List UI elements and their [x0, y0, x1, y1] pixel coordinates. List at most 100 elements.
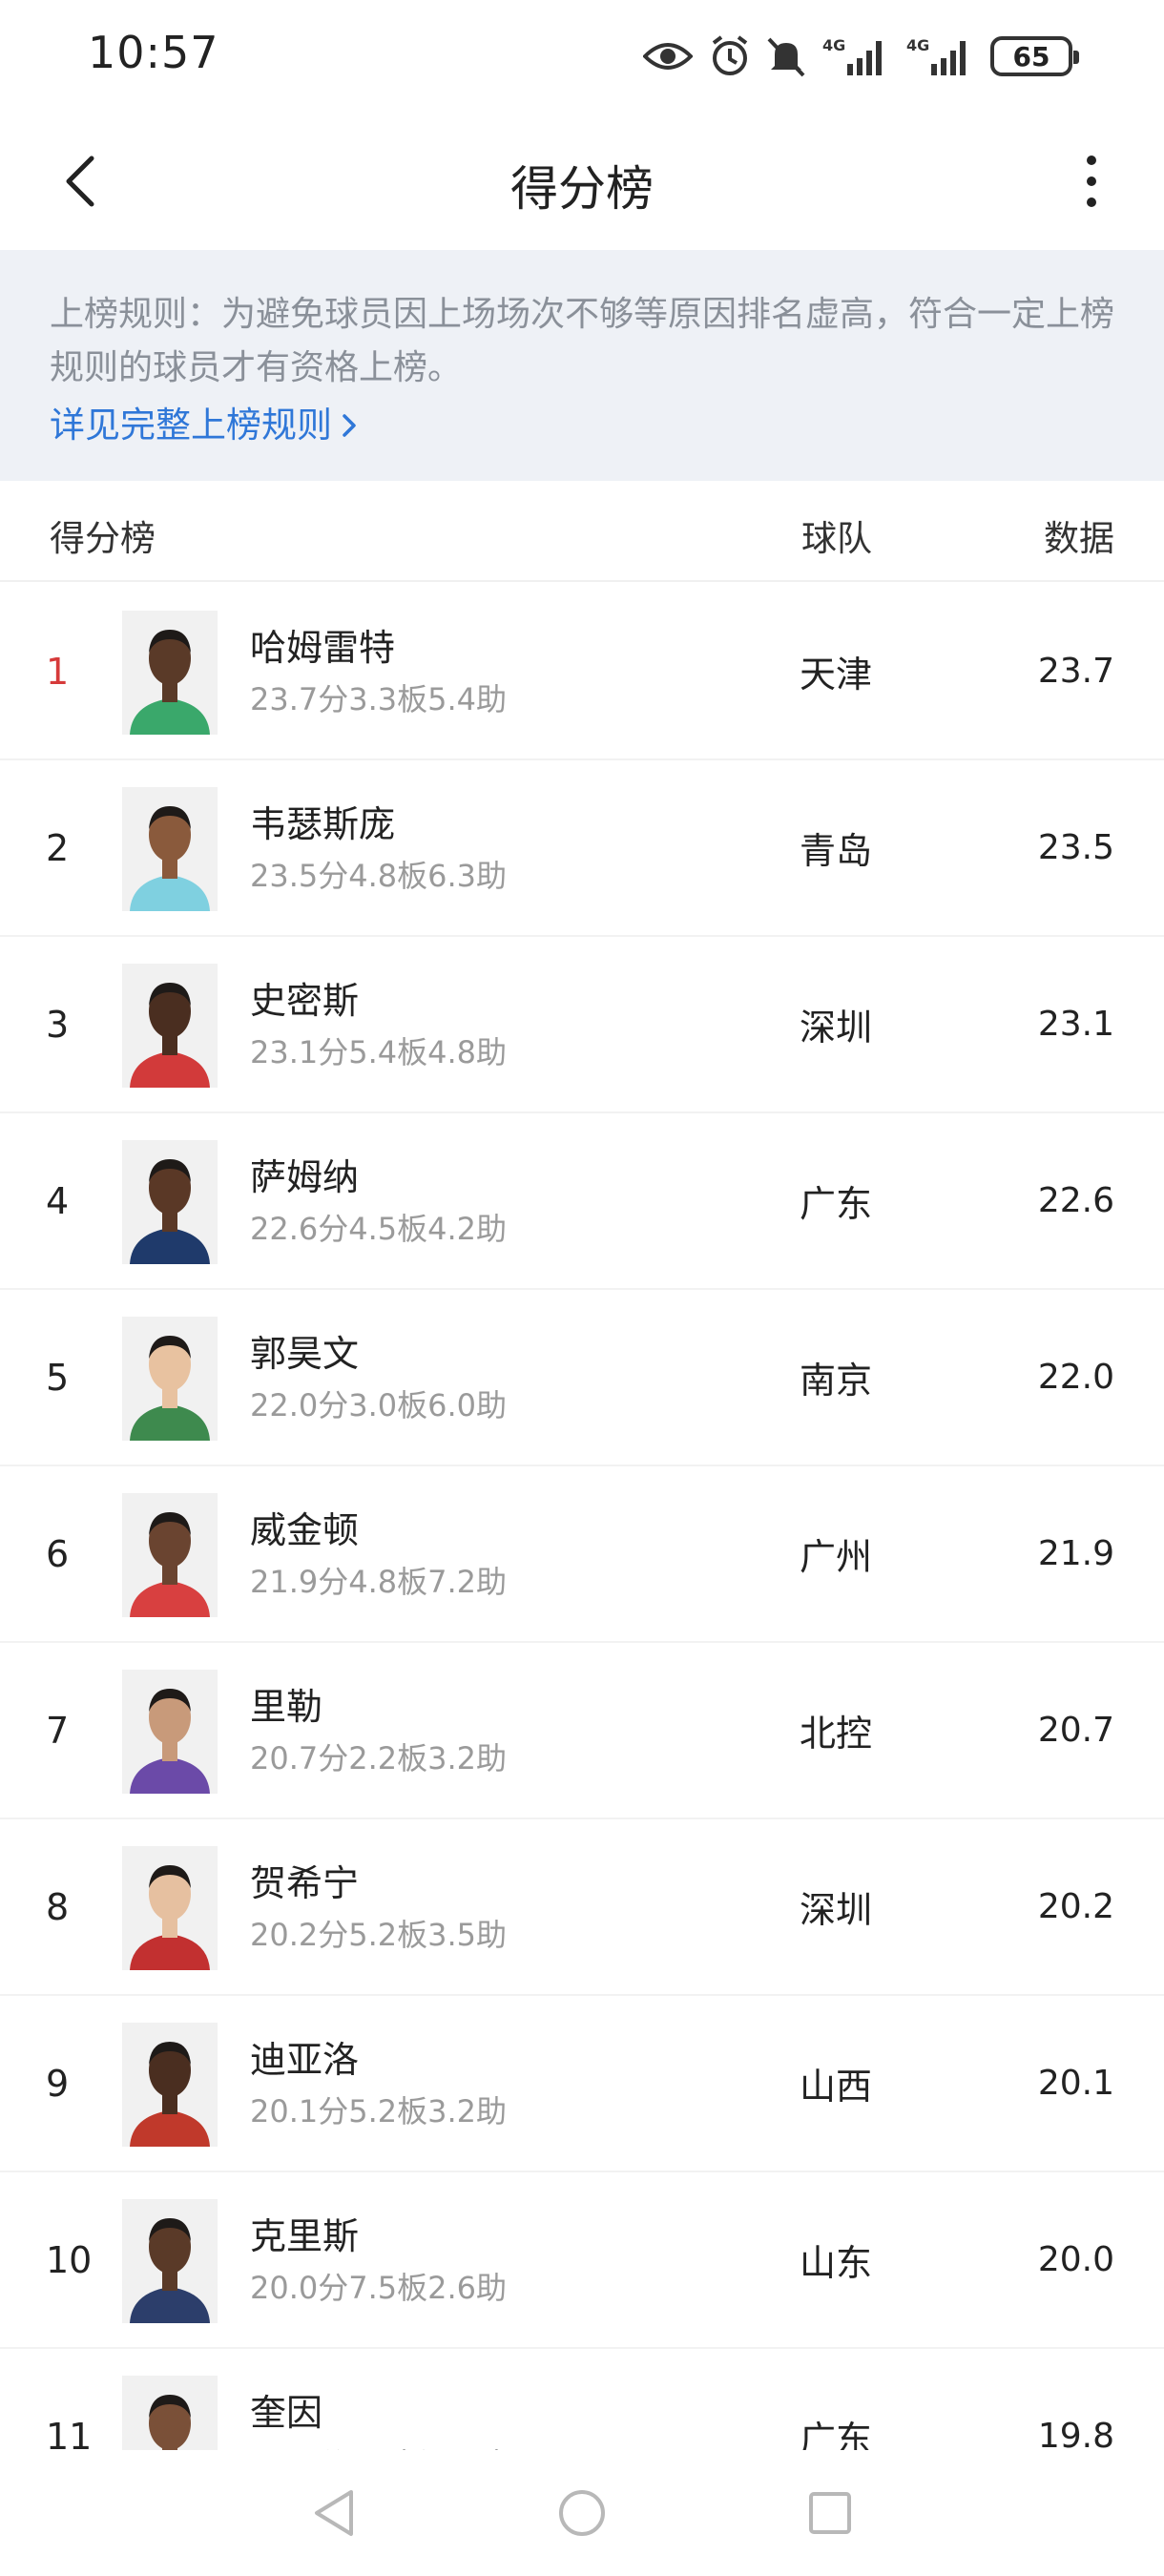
- player-photo-icon: [122, 1317, 218, 1441]
- player-avatar: [122, 611, 218, 735]
- player-row[interactable]: 1 哈姆雷特 23.7分3.3板5.4助 天津 23.7: [0, 584, 1164, 760]
- player-stats: 22.0分3.0板6.0助: [250, 1387, 508, 1423]
- ranking-rule-notice: 上榜规则：为避免球员因上场场次不够等原因排名虚高，符合一定上榜规则的球员才有资格…: [0, 250, 1164, 481]
- points-value: 23.1: [1037, 1005, 1114, 1044]
- player-stats: 20.1分5.2板3.2助: [250, 2093, 508, 2129]
- rank-number: 2: [46, 826, 70, 869]
- column-header-data: 数据: [1044, 518, 1114, 559]
- player-avatar: [122, 2199, 218, 2323]
- nav-home-button[interactable]: [553, 2484, 611, 2542]
- player-photo-icon: [122, 1140, 218, 1264]
- home-circle-icon: [559, 2490, 605, 2536]
- full-rules-link[interactable]: 详见完整上榜规则: [50, 399, 1114, 452]
- rank-number: 1: [46, 650, 70, 693]
- player-photo-icon: [122, 2023, 218, 2147]
- player-row[interactable]: 10 克里斯 20.0分7.5板2.6助 山东 20.0: [0, 2172, 1164, 2349]
- rank-number: 6: [46, 1532, 70, 1575]
- player-stats: 22.6分4.5板4.2助: [250, 1211, 508, 1247]
- status-time: 10:57: [88, 27, 219, 78]
- ranking-list: 1 哈姆雷特 23.7分3.3板5.4助 天津 23.7 2 韦瑟斯庞 23.5分4.8板6.…: [0, 584, 1164, 2525]
- player-stats: 23.7分3.3板5.4助: [250, 681, 508, 717]
- player-name: 里勒: [250, 1686, 323, 1728]
- rank-number: 3: [46, 1003, 70, 1046]
- points-value: 22.6: [1037, 1181, 1114, 1220]
- player-row[interactable]: 4 萨姆纳 22.6分4.5板4.2助 广东 22.6: [0, 1113, 1164, 1290]
- player-name: 威金顿: [250, 1509, 360, 1551]
- svg-text:4G: 4G: [906, 36, 929, 54]
- rank-number: 4: [46, 1179, 70, 1222]
- rank-number: 9: [46, 2062, 70, 2105]
- player-photo-icon: [122, 1846, 218, 1970]
- signal-4g-icon: 4G: [822, 35, 889, 77]
- alarm-icon: [710, 35, 750, 77]
- player-photo-icon: [122, 1493, 218, 1617]
- player-avatar: [122, 1846, 218, 1970]
- player-name: 韦瑟斯庞: [250, 803, 396, 845]
- player-avatar: [122, 787, 218, 911]
- player-name: 贺希宁: [250, 1862, 360, 1904]
- player-team: 天津: [800, 654, 873, 696]
- player-avatar: [122, 2023, 218, 2147]
- player-avatar: [122, 1493, 218, 1617]
- points-value: 20.7: [1037, 1711, 1114, 1750]
- signal-4g-icon: 4G: [906, 35, 973, 77]
- player-name: 萨姆纳: [250, 1156, 360, 1198]
- player-photo-icon: [122, 964, 218, 1088]
- player-avatar: [122, 1317, 218, 1441]
- rank-number: 7: [46, 1709, 70, 1752]
- rank-number: 5: [46, 1356, 70, 1399]
- points-value: 21.9: [1037, 1534, 1114, 1573]
- column-header-ranking: 得分榜: [50, 518, 156, 559]
- points-value: 23.7: [1037, 652, 1114, 691]
- nav-recent-button[interactable]: [801, 2484, 859, 2542]
- player-team: 深圳: [800, 1889, 873, 1931]
- eye-icon: [643, 37, 693, 75]
- player-team: 青岛: [800, 830, 873, 872]
- player-name: 克里斯: [250, 2215, 360, 2257]
- player-team: 南京: [800, 1360, 873, 1402]
- rank-number: 10: [46, 2238, 93, 2281]
- points-value: 20.1: [1037, 2064, 1114, 2103]
- mute-icon: [767, 35, 805, 77]
- column-header-team: 球队: [801, 518, 872, 559]
- table-header: 得分榜 球队 数据: [0, 481, 1164, 582]
- recent-square-icon: [809, 2492, 851, 2534]
- player-stats: 23.5分4.8板6.3助: [250, 858, 508, 894]
- rank-number: 8: [46, 1885, 70, 1928]
- player-row[interactable]: 9 迪亚洛 20.1分5.2板3.2助 山西 20.1: [0, 1996, 1164, 2172]
- more-vertical-icon: [1087, 156, 1096, 207]
- back-triangle-icon: [315, 2490, 353, 2536]
- player-photo-icon: [122, 2199, 218, 2323]
- player-row[interactable]: 8 贺希宁 20.2分5.2板3.5助 深圳 20.2: [0, 1819, 1164, 1996]
- points-value: 20.2: [1037, 1887, 1114, 1926]
- player-row[interactable]: 3 史密斯 23.1分5.4板4.8助 深圳 23.1: [0, 937, 1164, 1113]
- player-name: 史密斯: [250, 980, 360, 1022]
- battery-level: 65: [1012, 40, 1050, 73]
- player-avatar: [122, 964, 218, 1088]
- page-title: 得分榜: [510, 161, 654, 217]
- battery-indicator: 65: [990, 36, 1079, 76]
- player-team: 山东: [800, 2242, 873, 2284]
- player-row[interactable]: 5 郭昊文 22.0分3.0板6.0助 南京 22.0: [0, 1290, 1164, 1466]
- player-row[interactable]: 7 里勒 20.7分2.2板3.2助 北控 20.7: [0, 1643, 1164, 1819]
- nav-back-button[interactable]: [305, 2484, 363, 2542]
- player-row[interactable]: 6 威金顿 21.9分4.8板7.2助 广州 21.9: [0, 1466, 1164, 1643]
- player-avatar: [122, 1670, 218, 1794]
- status-bar: 10:57 4G 4G 65: [0, 0, 1164, 114]
- player-row[interactable]: 2 韦瑟斯庞 23.5分4.8板6.3助 青岛 23.5: [0, 760, 1164, 937]
- player-team: 深圳: [800, 1007, 873, 1049]
- player-photo-icon: [122, 787, 218, 911]
- app-header: 得分榜: [0, 114, 1164, 248]
- points-value: 23.5: [1037, 828, 1114, 867]
- player-name: 哈姆雷特: [250, 627, 396, 669]
- player-avatar: [122, 1140, 218, 1264]
- player-photo-icon: [122, 1670, 218, 1794]
- player-stats: 23.1分5.4板4.8助: [250, 1034, 508, 1070]
- player-team: 广州: [800, 1536, 873, 1578]
- points-value: 20.0: [1037, 2240, 1114, 2279]
- status-icons: 4G 4G 65: [643, 32, 1079, 80]
- player-name: 迪亚洛: [250, 2039, 360, 2081]
- svg-text:4G: 4G: [822, 36, 845, 54]
- player-photo-icon: [122, 611, 218, 735]
- more-options-button[interactable]: [1053, 143, 1130, 219]
